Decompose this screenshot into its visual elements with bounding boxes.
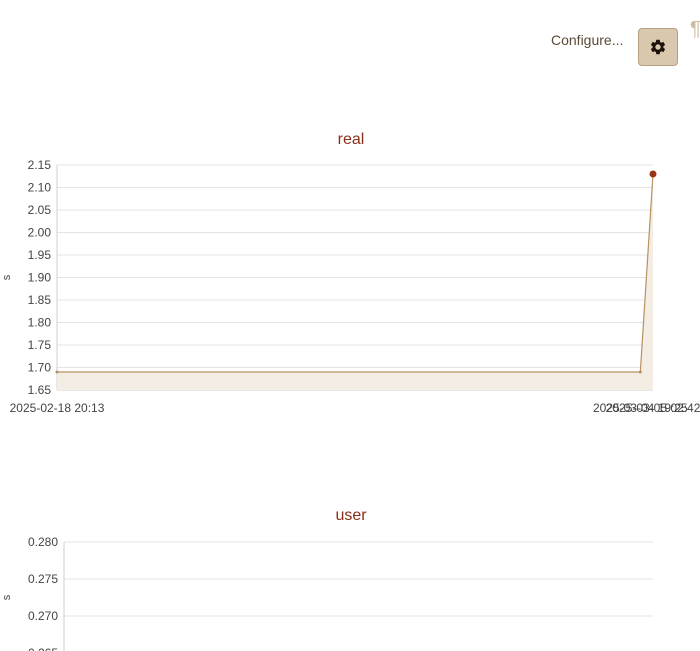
- configure-label[interactable]: Configure...: [551, 32, 623, 48]
- y-tick-label: 1.85: [28, 293, 52, 307]
- data-point: [638, 370, 642, 374]
- gear-icon: [650, 39, 666, 55]
- y-tick-label: 1.80: [28, 316, 52, 330]
- chart-title: real: [338, 131, 365, 148]
- y-tick-label: 1.95: [28, 248, 52, 262]
- y-axis-label: s: [1, 594, 13, 600]
- y-tick-label: 0.280: [28, 535, 58, 549]
- series-line: [57, 173, 654, 373]
- chart-real: real 2.15 2.10 2.05 2.00 1.95 1.90 1.85 1.80 1.75…: [1, 131, 700, 415]
- y-tick-label: 0.265: [28, 646, 58, 651]
- y-tick-label: 0.270: [28, 609, 58, 623]
- chart-user: user 0.280 0.275 0.270 0.265 s: [1, 507, 653, 651]
- configure-button[interactable]: [638, 28, 678, 66]
- y-tick-label: 1.70: [28, 361, 52, 375]
- y-tick-label: 1.90: [28, 271, 52, 285]
- data-point: [649, 170, 657, 178]
- pilcrow-icon[interactable]: ¶: [690, 18, 700, 41]
- y-tick-label: 1.75: [28, 338, 52, 352]
- y-axis-label: s: [1, 274, 13, 280]
- y-tick-label: 2.10: [28, 181, 52, 195]
- y-tick-label: 2.00: [28, 226, 52, 240]
- series-area: [57, 174, 653, 390]
- y-tick-label: 0.275: [28, 572, 58, 586]
- y-tick-label: 1.65: [28, 383, 52, 397]
- chart-title: user: [335, 507, 367, 524]
- x-tick-label: 2025-03-05 02:42: [606, 401, 700, 415]
- y-tick-label: 2.15: [28, 158, 52, 172]
- data-point: [55, 370, 59, 374]
- x-tick-label: 2025-02-18 20:13: [10, 401, 105, 415]
- y-tick-label: 2.05: [28, 203, 52, 217]
